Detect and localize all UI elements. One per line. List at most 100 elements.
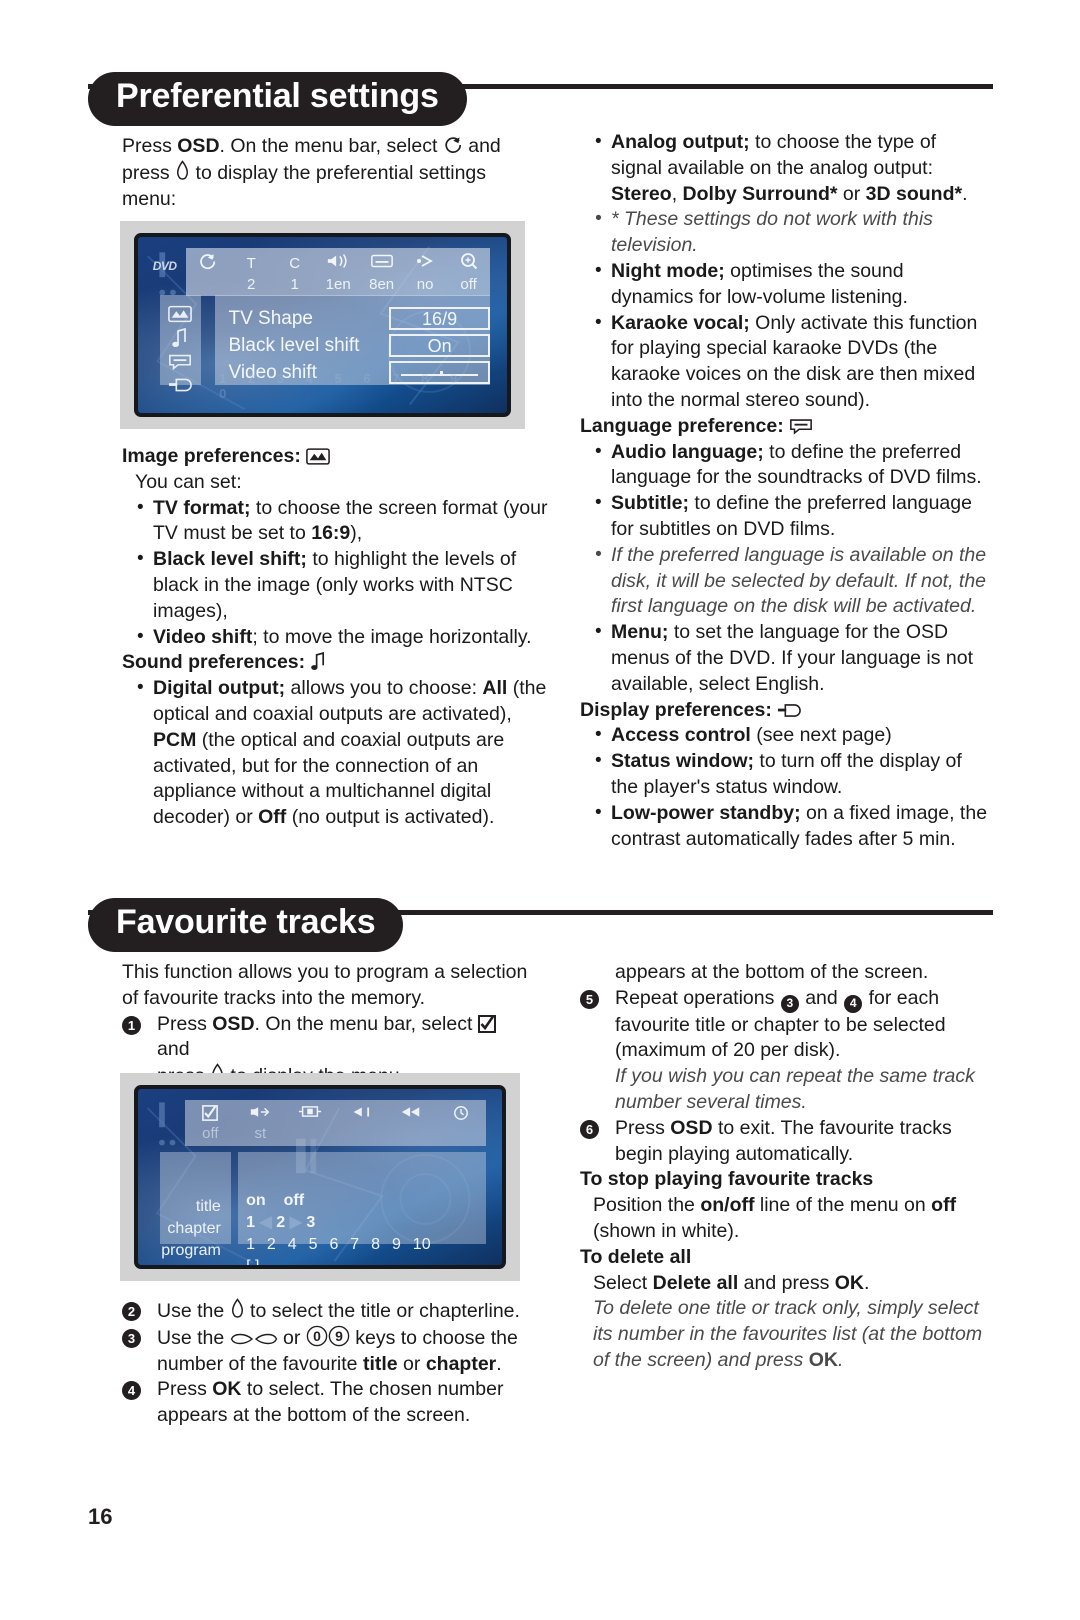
inline-step-number-4: 4 — [844, 994, 863, 1013]
image-preferences-icon[interactable] — [168, 305, 193, 328]
favourite-step-2: 2 Use the to select the title or chapter… — [122, 1298, 532, 1325]
chapter-value[interactable]: 10 — [413, 1234, 434, 1256]
step-number: 5 — [580, 989, 599, 1009]
tv-screen: DVD T C 2 1 1en 8en no off TV Shape 16/9… — [134, 233, 511, 417]
term: Menu; — [611, 621, 669, 644]
menubar-icon-audio[interactable] — [316, 253, 359, 273]
favourite-value-0: off — [202, 1125, 219, 1143]
favourite-step-6: 6 Press OSD to exit. The favourite track… — [580, 1116, 992, 1168]
display-preferences-icon[interactable] — [168, 376, 193, 399]
step-number: 6 — [580, 1119, 599, 1139]
program-row[interactable]: [ ] — [246, 1256, 486, 1265]
right-column-preferential: Analog output; to choose the type of sig… — [580, 129, 990, 852]
cursor-down-icon — [230, 1298, 245, 1320]
term: Black level shift; — [153, 548, 307, 571]
osd-row-black-level-shift[interactable]: Black level shift On — [228, 332, 491, 359]
term: Karaoke vocal; — [611, 311, 750, 334]
step-1-line-1: Press OSD. On the menu bar, select and — [157, 1012, 532, 1064]
sound-preferences-icon[interactable] — [172, 327, 188, 353]
favourite-step-4: 4 Press OK to select. The chosen number … — [122, 1377, 532, 1429]
display-preferences-icon — [777, 702, 802, 719]
section-title-preferential: Preferential settings — [88, 72, 467, 126]
step-number: 4 — [122, 1381, 141, 1401]
menubar-icon-time[interactable] — [436, 1105, 486, 1125]
row-label-program[interactable]: program — [160, 1240, 221, 1262]
row-label-chapter[interactable]: chapter — [160, 1218, 220, 1240]
menubar-icon-subtitle[interactable] — [360, 253, 403, 273]
term: Digital output; — [153, 677, 286, 700]
menubar-icon-chapter[interactable]: C — [273, 255, 316, 272]
figure-favourite-tracks-screen: off st title chapter program on off 1 ◀ … — [120, 1073, 520, 1281]
screen-ghost-digits: 1 2 3 4 5 6 7 8 9 0 — [219, 370, 467, 401]
term: Night mode; — [611, 259, 725, 282]
term: Access control — [611, 724, 751, 747]
favourite-value-2 — [285, 1125, 335, 1142]
favourite-left-column: This function allows you to program a se… — [122, 960, 532, 1090]
bullet-subtitle: Subtitle; to define the preferred langua… — [593, 490, 990, 543]
menubar-icon-angle[interactable] — [403, 253, 446, 273]
key-0-icon: 0 — [306, 1325, 328, 1347]
title-value-1[interactable]: 1 — [246, 1214, 255, 1231]
cursor-down-icon — [175, 160, 190, 182]
menubar-icon-shuffle[interactable] — [235, 1105, 285, 1125]
onoff-off[interactable]: off — [284, 1190, 304, 1212]
osd-menu-values: 2 1 1en 8en no off — [186, 276, 490, 293]
ok-key-label: OK — [808, 1349, 838, 1372]
bullet-analog-output: Analog output; to choose the type of sig… — [593, 129, 990, 207]
language-preferences-icon[interactable] — [168, 353, 192, 376]
onoff-on[interactable]: on — [246, 1190, 266, 1212]
menubar-icon-preferences[interactable] — [186, 252, 229, 275]
note-subtitle: If the preferred language is available o… — [593, 542, 990, 620]
menubar-icon-scan[interactable] — [335, 1105, 385, 1125]
step-4-continuation: appears at the bottom of the screen. — [615, 961, 929, 983]
chapter-value[interactable]: 2 — [267, 1234, 288, 1256]
row-label-title[interactable]: title — [160, 1196, 221, 1218]
chapter-value[interactable]: 4 — [288, 1234, 309, 1256]
image-preferences-heading: Image preferences: — [122, 444, 554, 470]
favourite-intro: This function allows you to program a se… — [122, 961, 528, 1009]
chapter-value[interactable]: 6 — [329, 1234, 350, 1256]
chapter-value[interactable]: 1 — [246, 1234, 267, 1256]
osd-value-6: off — [460, 275, 477, 293]
chapter-value[interactable]: 7 — [350, 1234, 371, 1256]
term: Subtitle; — [611, 492, 689, 515]
title-value-2[interactable]: 2 — [276, 1214, 285, 1231]
favourite-menu-bar: off st — [185, 1100, 486, 1147]
menubar-icon-title[interactable]: T — [229, 255, 272, 272]
title-value-3[interactable]: 3 — [306, 1214, 315, 1231]
chapter-value[interactable]: 8 — [371, 1234, 392, 1256]
osd-row-value[interactable]: 16/9 — [388, 307, 491, 331]
menubar-icon-repeat[interactable] — [386, 1105, 436, 1125]
favourite-menu-values: off st — [185, 1125, 485, 1142]
delete-all-note: To delete one title or track only, simpl… — [593, 1297, 983, 1372]
osd-value-4: 8en — [369, 275, 395, 293]
osd-row-tv-shape[interactable]: TV Shape 16/9 — [228, 305, 491, 332]
osd-value-5: no — [416, 275, 434, 293]
onoff-row: on off — [246, 1190, 486, 1212]
osd-value-3: 1en — [325, 275, 351, 293]
menubar-icon-zoom[interactable] — [447, 252, 490, 274]
osd-key-label: OSD — [670, 1116, 713, 1139]
favourite-value-4 — [386, 1125, 436, 1142]
preferences-icon — [443, 135, 463, 155]
step-number: 2 — [122, 1302, 141, 1321]
bullet-audio-language: Audio language; to define the preferred … — [593, 439, 990, 492]
title-row: 1 ◀ 2 ▶ 3 — [246, 1212, 486, 1234]
osd-key-label: OSD — [212, 1012, 255, 1035]
display-preferences-heading: Display preferences: — [580, 698, 990, 724]
menubar-icon-favourite-tracks[interactable] — [185, 1105, 235, 1125]
dvd-tag: DVD — [152, 259, 177, 273]
menubar-icon-repeat-ab[interactable] — [285, 1105, 335, 1125]
term: Video shift — [153, 625, 253, 648]
stop-playing-body: Position the on/off line of the menu on … — [593, 1194, 957, 1243]
note-analog-output: * These settings do not work with this t… — [593, 206, 990, 259]
svg-text:9: 9 — [335, 1328, 343, 1344]
chapter-value[interactable]: 9 — [392, 1234, 413, 1256]
osd-row-value[interactable]: On — [388, 334, 491, 358]
osd-menu-icons: T C — [186, 252, 490, 275]
favourite-values-panel: on off 1 ◀ 2 ▶ 3 1 2 4 5 6 7 8 9 10 [] — [238, 1152, 486, 1265]
step-number: 3 — [122, 1328, 141, 1348]
chapter-value[interactable]: 5 — [309, 1234, 330, 1256]
osd-row-label: Black level shift — [228, 335, 360, 357]
favourite-tracks-icon — [477, 1014, 496, 1033]
